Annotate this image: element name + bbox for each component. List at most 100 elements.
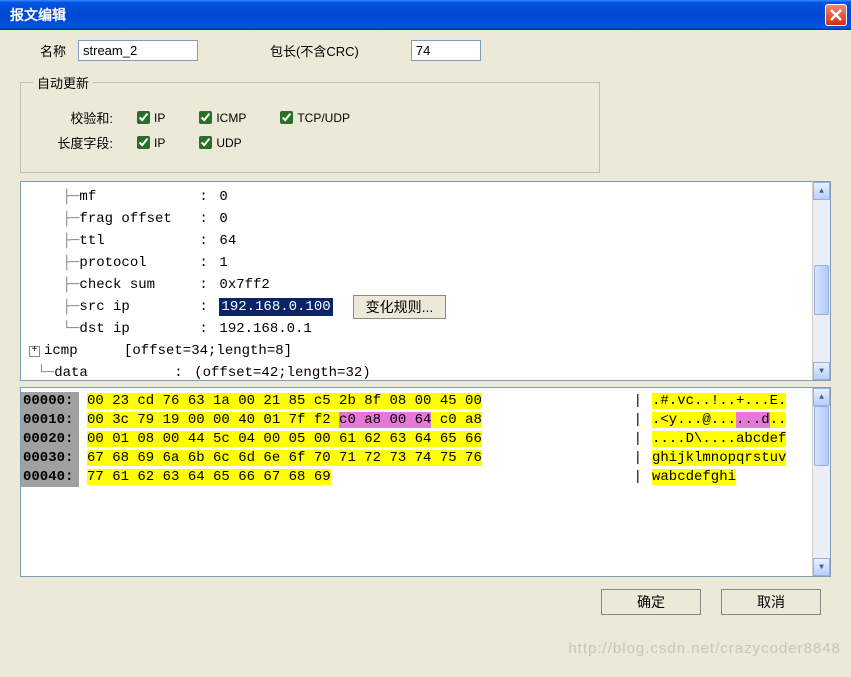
auto-update-fieldset: 自动更新 校验和: IP ICMP TCP/UDP 长度字段: IP	[20, 73, 600, 173]
field-name: protocol	[79, 255, 199, 271]
hex-row[interactable]: 00040:77 61 62 63 64 65 66 67 68 69|wabc…	[21, 468, 812, 487]
lengthfield-row: 长度字段: IP UDP	[33, 133, 587, 152]
hex-separator: |	[624, 430, 652, 449]
hex-row[interactable]: 00030:67 68 69 6a 6b 6c 6d 6e 6f 70 71 7…	[21, 449, 812, 468]
field-name: frag offset	[79, 211, 199, 227]
field-name: icmp	[44, 343, 124, 359]
hex-offset: 00040:	[21, 468, 79, 487]
field-name: ttl	[79, 233, 199, 249]
hex-row[interactable]: 00020:00 01 08 00 44 5c 04 00 05 00 61 6…	[21, 430, 812, 449]
tree-row[interactable]: ├─ttl: 64	[29, 230, 804, 252]
expand-icon[interactable]: +	[29, 346, 40, 357]
field-value: 1	[219, 255, 227, 271]
highlighted-bytes: c0 a8 00 64	[339, 412, 431, 428]
checksum-row: 校验和: IP ICMP TCP/UDP	[33, 108, 587, 127]
tree-row[interactable]: ├─check sum: 0x7ff2	[29, 274, 804, 296]
hex-row[interactable]: 00010:00 3c 79 19 00 00 40 01 7f f2 c0 a…	[21, 411, 812, 430]
hex-bytes: 67 68 69 6a 6b 6c 6d 6e 6f 70 71 72 73 7…	[79, 449, 624, 468]
cs-icmp-checkbox[interactable]	[199, 111, 212, 124]
scroll-down-button[interactable]: ▼	[813, 558, 830, 576]
hex-ascii: ghijklmnopqrstuv	[652, 449, 812, 468]
field-value: (offset=42;length=32)	[194, 365, 370, 380]
hex-bytes: 00 3c 79 19 00 00 40 01 7f f2 c0 a8 00 6…	[79, 411, 624, 430]
name-label: 名称	[40, 41, 66, 60]
hex-offset: 00020:	[21, 430, 79, 449]
title-bar: 报文编辑	[0, 0, 851, 30]
len-ip-wrap[interactable]: IP	[133, 133, 165, 152]
hex-offset: 00000:	[21, 392, 79, 411]
tree-content[interactable]: ├─mf: 0 ├─frag offset: 0 ├─ttl: 64 ├─pro…	[21, 182, 812, 380]
checksum-label: 校验和:	[33, 108, 133, 127]
field-value: 0x7ff2	[219, 277, 269, 293]
button-row: 确定 取消	[20, 589, 831, 615]
hex-separator: |	[624, 468, 652, 487]
len-udp-checkbox[interactable]	[199, 136, 212, 149]
field-name: check sum	[79, 277, 199, 293]
packetlen-label: 包长(不含CRC)	[270, 41, 359, 60]
cs-tcpudp-wrap[interactable]: TCP/UDP	[276, 108, 350, 127]
field-name: src ip	[79, 299, 199, 315]
len-udp-label: UDP	[216, 136, 241, 150]
cs-ip-wrap[interactable]: IP	[133, 108, 165, 127]
tree-row[interactable]: └─data: (offset=42;length=32)	[29, 362, 804, 380]
tree-row[interactable]: ├─frag offset: 0	[29, 208, 804, 230]
cs-icmp-label: ICMP	[216, 111, 246, 125]
field-name: mf	[79, 189, 199, 205]
cs-ip-label: IP	[154, 111, 165, 125]
tree-row[interactable]: └─dst ip: 192.168.0.1	[29, 318, 804, 340]
hex-dump-pane: 00000:00 23 cd 76 63 1a 00 21 85 c5 2b 8…	[20, 387, 831, 577]
colon: :	[199, 255, 219, 271]
tree-row[interactable]: ├─src ip: 192.168.0.100 变化规则...	[29, 296, 804, 318]
hex-row[interactable]: 00000:00 23 cd 76 63 1a 00 21 85 c5 2b 8…	[21, 392, 812, 411]
tree-connector: ├─	[29, 299, 79, 315]
scroll-thumb[interactable]	[814, 406, 829, 466]
len-ip-checkbox[interactable]	[137, 136, 150, 149]
tree-row[interactable]: ├─protocol: 1	[29, 252, 804, 274]
cs-tcpudp-label: TCP/UDP	[297, 111, 350, 125]
hex-scrollbar[interactable]: ▲ ▼	[812, 388, 830, 576]
cs-icmp-wrap[interactable]: ICMP	[195, 108, 246, 127]
tree-connector: └─	[29, 321, 79, 337]
scroll-up-button[interactable]: ▲	[813, 182, 830, 200]
hex-ascii: ....D\....abcdef	[652, 430, 812, 449]
hex-ascii: .<y...@......d..	[652, 411, 812, 430]
field-value: [offset=34;length=8]	[124, 343, 292, 359]
scroll-up-button[interactable]: ▲	[813, 388, 830, 406]
field-value[interactable]: 192.168.0.100	[219, 298, 332, 316]
hex-ascii: wabcdefghi	[652, 468, 812, 487]
ok-button[interactable]: 确定	[601, 589, 701, 615]
tree-scrollbar[interactable]: ▲ ▼	[812, 182, 830, 380]
hex-ascii: .#.vc..!..+...E.	[652, 392, 812, 411]
close-button[interactable]	[825, 4, 847, 26]
packetlen-input[interactable]	[411, 40, 481, 61]
scroll-down-button[interactable]: ▼	[813, 362, 830, 380]
change-rule-button[interactable]: 变化规则...	[353, 295, 447, 319]
tree-row[interactable]: + icmp[offset=34;length=8]	[29, 340, 804, 362]
hex-offset: 00030:	[21, 449, 79, 468]
field-value: 192.168.0.1	[219, 321, 311, 337]
colon: :	[199, 299, 219, 315]
scroll-track[interactable]	[813, 406, 830, 558]
name-input[interactable]	[78, 40, 198, 61]
scroll-track[interactable]	[813, 200, 830, 362]
tree-connector: ├─	[29, 189, 79, 205]
packet-tree-pane: ├─mf: 0 ├─frag offset: 0 ├─ttl: 64 ├─pro…	[20, 181, 831, 381]
field-value: 0	[219, 211, 227, 227]
hex-separator: |	[624, 392, 652, 411]
colon: :	[174, 365, 194, 380]
hex-content[interactable]: 00000:00 23 cd 76 63 1a 00 21 85 c5 2b 8…	[21, 388, 812, 576]
scroll-thumb[interactable]	[814, 265, 829, 315]
tree-row[interactable]: ├─mf: 0	[29, 186, 804, 208]
cancel-button[interactable]: 取消	[721, 589, 821, 615]
len-udp-wrap[interactable]: UDP	[195, 133, 241, 152]
colon: :	[199, 211, 219, 227]
close-icon	[829, 8, 843, 22]
window-title: 报文编辑	[10, 5, 66, 25]
tree-connector: ├─	[29, 255, 79, 271]
hex-separator: |	[624, 411, 652, 430]
cs-tcpudp-checkbox[interactable]	[280, 111, 293, 124]
cs-ip-checkbox[interactable]	[137, 111, 150, 124]
watermark: http://blog.csdn.net/crazycoder8848	[568, 640, 841, 657]
lengthfield-label: 长度字段:	[33, 133, 133, 152]
field-name: dst ip	[79, 321, 199, 337]
